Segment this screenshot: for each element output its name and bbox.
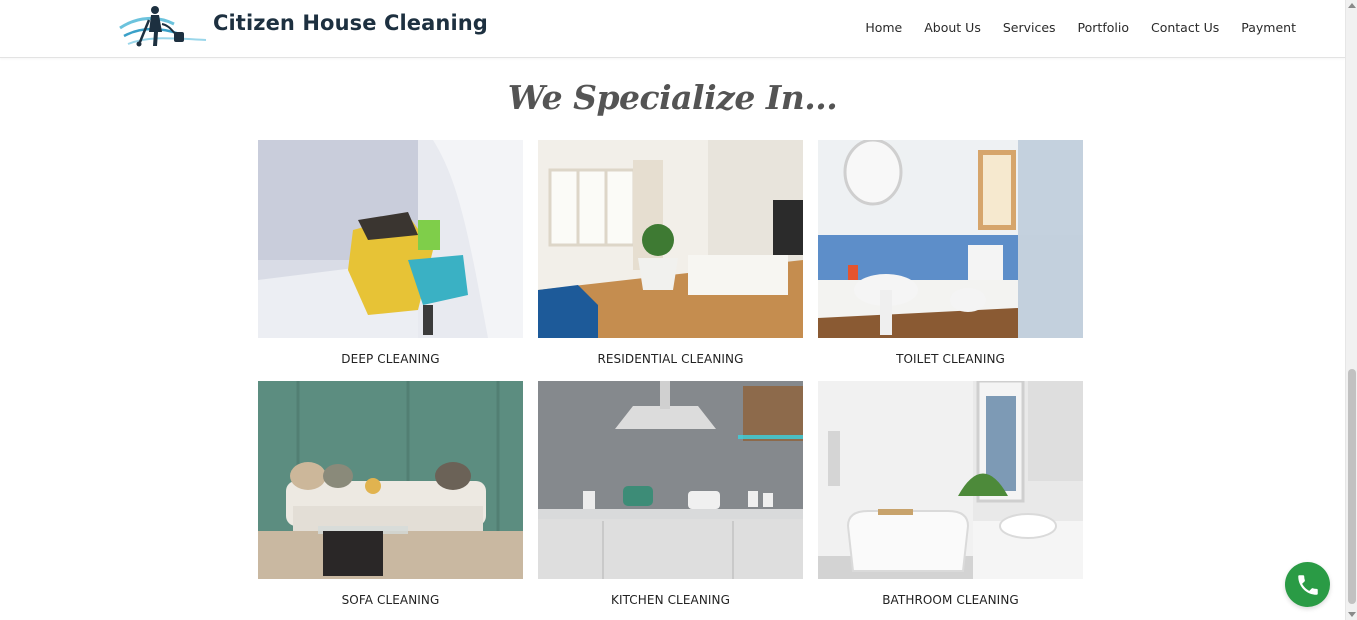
page-scrollbar[interactable] [1345, 0, 1357, 620]
logo-icon[interactable] [118, 2, 210, 52]
service-card-toilet-cleaning[interactable]: TOILET CLEANING [818, 140, 1083, 366]
brand-name[interactable]: Citizen House Cleaning [213, 11, 488, 35]
section-title: We Specialize In... [507, 78, 838, 117]
service-label[interactable]: BATHROOM CLEANING [818, 593, 1083, 607]
service-card-sofa-cleaning[interactable]: SOFA CLEANING [258, 381, 523, 607]
service-label[interactable]: RESIDENTIAL CLEANING [538, 352, 803, 366]
nav-services[interactable]: Services [1003, 19, 1056, 36]
service-label[interactable]: TOILET CLEANING [818, 352, 1083, 366]
nav-payment[interactable]: Payment [1241, 19, 1296, 36]
nav-home[interactable]: Home [865, 19, 902, 36]
nav-portfolio[interactable]: Portfolio [1078, 19, 1129, 36]
scroll-thumb[interactable] [1348, 369, 1356, 604]
bathroom-cleaning-photo [818, 381, 1083, 579]
kitchen-cleaning-photo [538, 381, 803, 579]
service-label[interactable]: KITCHEN CLEANING [538, 593, 803, 607]
toilet-cleaning-photo [818, 140, 1083, 338]
nav-contact-us[interactable]: Contact Us [1151, 19, 1219, 36]
deep-cleaning-photo [258, 140, 523, 338]
residential-cleaning-photo [538, 140, 803, 338]
service-card-deep-cleaning[interactable]: DEEP CLEANING [258, 140, 523, 366]
service-card-residential-cleaning[interactable]: RESIDENTIAL CLEANING [538, 140, 803, 366]
main-nav: Home About Us Services Portfolio Contact… [843, 19, 1296, 36]
service-card-kitchen-cleaning[interactable]: KITCHEN CLEANING [538, 381, 803, 607]
service-label[interactable]: DEEP CLEANING [258, 352, 523, 366]
sofa-cleaning-photo [258, 381, 523, 579]
service-card-bathroom-cleaning[interactable]: BATHROOM CLEANING [818, 381, 1083, 607]
nav-about-us[interactable]: About Us [924, 19, 981, 36]
site-header: Citizen House Cleaning Home About Us Ser… [0, 0, 1345, 58]
call-button[interactable] [1285, 562, 1330, 607]
service-label[interactable]: SOFA CLEANING [258, 593, 523, 607]
scroll-up-icon[interactable] [1348, 3, 1356, 8]
phone-icon [1297, 574, 1318, 595]
scroll-down-icon[interactable] [1348, 612, 1356, 617]
